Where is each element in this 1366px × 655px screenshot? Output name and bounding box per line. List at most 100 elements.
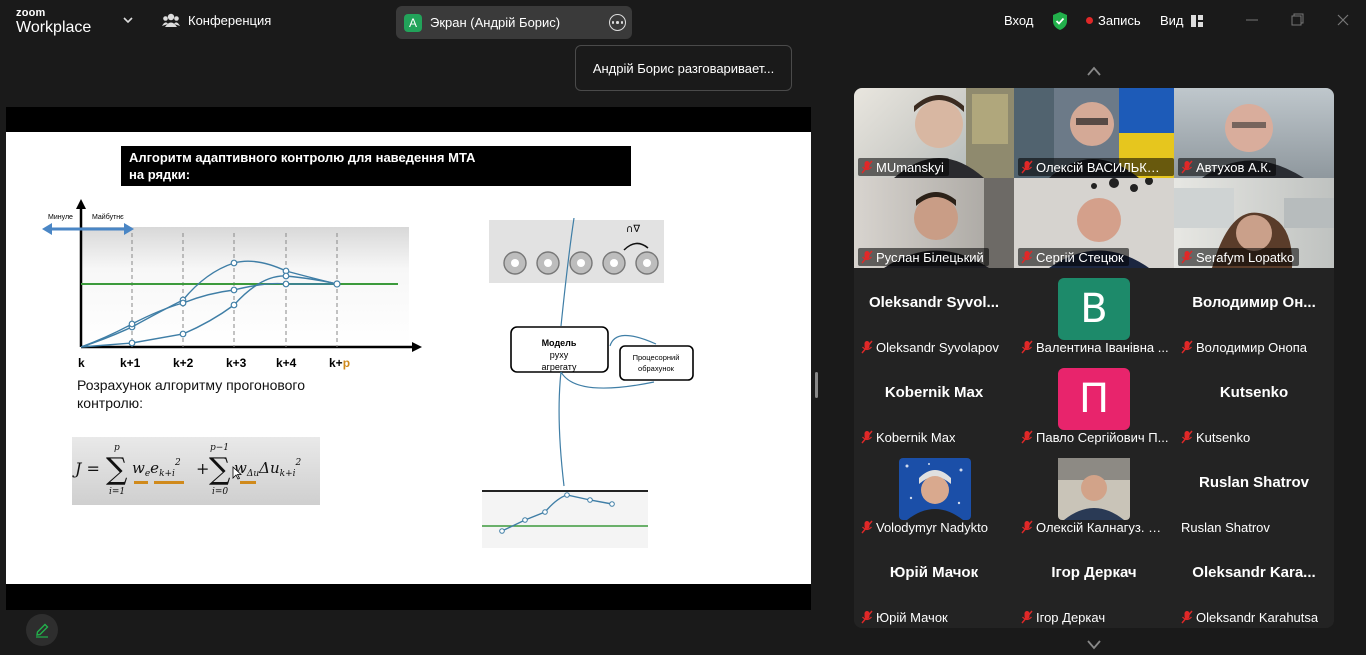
participant-tile[interactable]: Oleksandr Kara... Oleksandr Karahutsa (1174, 538, 1334, 628)
meeting-info-button[interactable]: Конференция (162, 12, 271, 28)
scroll-up-icon[interactable] (1086, 65, 1102, 77)
record-label: Запись (1098, 13, 1141, 28)
control-chart: Минуле Майбутнє k k+1 k+2 k+3 k+4 k+p (42, 199, 422, 370)
participant-tile[interactable]: Kutsenko Kutsenko (1174, 358, 1334, 448)
participant-name-tag: Автухов А.К. (1178, 158, 1277, 176)
svg-text:wΔuΔuk+i2: wΔuΔuk+i2 (234, 458, 302, 479)
participant-tile[interactable]: Володимир Он... Володимир Онопа (1174, 268, 1334, 358)
shield-icon[interactable] (1051, 11, 1069, 31)
svg-text:J =: J = (72, 459, 100, 478)
muted-mic-icon (861, 340, 873, 354)
participant-tile[interactable]: Serafym Lopatko (1174, 178, 1334, 268)
sum2-upper: p−1 (210, 443, 229, 453)
meeting-label: Конференция (188, 12, 272, 28)
model-box-line2: руху (550, 350, 569, 360)
highlight-wdu (240, 481, 256, 484)
view-button[interactable]: Вид (1160, 13, 1203, 28)
slide-title-line1: Алгоритм адаптивного контролю для наведе… (129, 150, 476, 165)
record-icon (1086, 17, 1093, 24)
participant-name-tag: Oleksandr Karahutsa (1178, 608, 1323, 626)
record-button[interactable]: Запись (1086, 13, 1141, 28)
logo-zoom-text: zoom (16, 7, 46, 19)
participant-tile[interactable]: Ruslan Shatrov Ruslan Shatrov (1174, 448, 1334, 538)
participant-tile[interactable]: Олексій ВАСИЛЬКОВ... (1014, 88, 1174, 178)
highlight-e (154, 481, 184, 484)
chevron-down-icon[interactable] (122, 14, 134, 26)
presentation-slide: Алгоритм адаптивного контролю для наведе… (6, 132, 811, 584)
slide-title-line2: на рядки: (129, 167, 191, 182)
participant-tile[interactable]: Oleksandr Syvol... Oleksandr Syvolapov (854, 268, 1014, 358)
grid-icon (1190, 14, 1203, 27)
participant-display-name: Юрій Мачок (889, 564, 979, 581)
model-box-line1: Модель (542, 338, 577, 348)
mouse-cursor-icon (232, 466, 242, 480)
participant-name-tag: Олексій ВАСИЛЬКОВ... (1018, 158, 1174, 176)
muted-mic-icon (1181, 250, 1193, 264)
muted-mic-icon (861, 520, 873, 534)
muted-mic-icon (1021, 250, 1033, 264)
participant-tile[interactable]: Юрій Мачок Юрій Мачок (854, 538, 1014, 628)
minimize-icon[interactable] (1244, 12, 1260, 28)
svg-text:∑: ∑ (106, 452, 128, 487)
participant-display-name: Ігор Деркач (1051, 564, 1137, 581)
formula-render: J = ∑ p i=1 week+i2 + ∑ p−1 i=0 wΔuΔuk+i… (72, 443, 302, 497)
participant-display-name: Володимир Он... (1192, 294, 1316, 311)
participant-name-tag: Сергій Стецюк (1018, 248, 1129, 266)
participant-tile[interactable]: Kobernik Max Kobernik Max (854, 358, 1014, 448)
participant-name-tag: Volodymyr Nadykto (858, 518, 993, 536)
processor-box (619, 345, 694, 381)
participant-name-tag: Юрій Мачок (858, 608, 953, 626)
slide-text-line2: контролю: (77, 395, 144, 411)
slide-text-line1: Розрахунок алгоритму прогонового (77, 377, 306, 393)
sum2-lower: i=0 (212, 487, 228, 497)
participant-tile[interactable]: Автухов А.К. (1174, 88, 1334, 178)
participant-tile[interactable]: Сергій Стецюк (1014, 178, 1174, 268)
muted-mic-icon (1181, 430, 1193, 444)
close-icon[interactable] (1335, 12, 1351, 28)
participant-name-tag: Oleksandr Syvolapov (858, 338, 1004, 356)
shared-screen[interactable]: Алгоритм адаптивного контролю для наведе… (6, 107, 811, 610)
svg-text:week+i2: week+i2 (132, 458, 181, 479)
future-label: Майбутнє (92, 213, 124, 221)
flow-line-bottom (558, 371, 565, 487)
participant-gallery: MUmanskyi Олексій ВАСИЛЬКОВ... Автухов А… (854, 88, 1334, 628)
slide-body-text: Розрахунок алгоритму прогонового контрол… (77, 376, 305, 412)
speaking-tooltip: Андрій Борис разговаривает... (575, 45, 792, 91)
processor-box-line2: обрахунок (638, 364, 675, 373)
participant-tile[interactable]: П Павло Сергійович П... (1014, 358, 1174, 448)
slide-title: Алгоритм адаптивного контролю для наведе… (121, 146, 631, 186)
participant-tile[interactable]: Руслан Білецький (854, 178, 1014, 268)
view-label: Вид (1160, 13, 1184, 28)
svg-text:+: + (196, 459, 209, 478)
participant-tile[interactable]: В Валентина Іванівна ... (1014, 268, 1174, 358)
result-trajectory (499, 492, 615, 534)
participant-tile[interactable]: Volodymyr Nadykto (854, 448, 1014, 538)
participant-tile[interactable]: Ігор Деркач Ігор Деркач (1014, 538, 1174, 628)
muted-mic-icon (1181, 610, 1193, 624)
y-axis-arrow (76, 199, 86, 209)
screen-share-indicator[interactable]: А Экран (Андрій Борис) (396, 6, 632, 39)
logo-workplace-text: Workplace (16, 19, 92, 36)
avatar (899, 458, 971, 520)
participant-tile[interactable]: Олексій Калнагуз. Су... (1014, 448, 1174, 538)
annotate-button[interactable] (26, 614, 58, 646)
model-box-line3: агрегату (542, 362, 577, 372)
participant-name-tag: Володимир Онопа (1178, 338, 1312, 356)
x-axis-arrow (412, 342, 422, 352)
tick-k1: k+1 (120, 356, 141, 370)
signin-button[interactable]: Вход (1004, 13, 1033, 28)
share-label: Экран (Андрій Борис) (430, 15, 561, 30)
resize-handle[interactable] (815, 372, 818, 398)
participant-name-tag: Serafym Lopatko (1178, 248, 1300, 266)
processor-box-line1: Процесорний (633, 353, 680, 362)
more-icon[interactable] (609, 14, 626, 31)
sharer-badge: А (404, 13, 422, 32)
muted-mic-icon (1021, 610, 1033, 624)
participant-tile[interactable]: MUmanskyi (854, 88, 1014, 178)
title-bar: zoom Workplace Конференция А Экран (Андр… (0, 0, 1366, 44)
zoom-workplace-logo: zoom Workplace (16, 8, 91, 36)
participant-name-tag: Ігор Деркач (1018, 608, 1110, 626)
scroll-down-icon[interactable] (1086, 639, 1102, 651)
restore-icon[interactable] (1289, 12, 1305, 28)
participant-name-tag: Валентина Іванівна ... (1018, 338, 1174, 356)
